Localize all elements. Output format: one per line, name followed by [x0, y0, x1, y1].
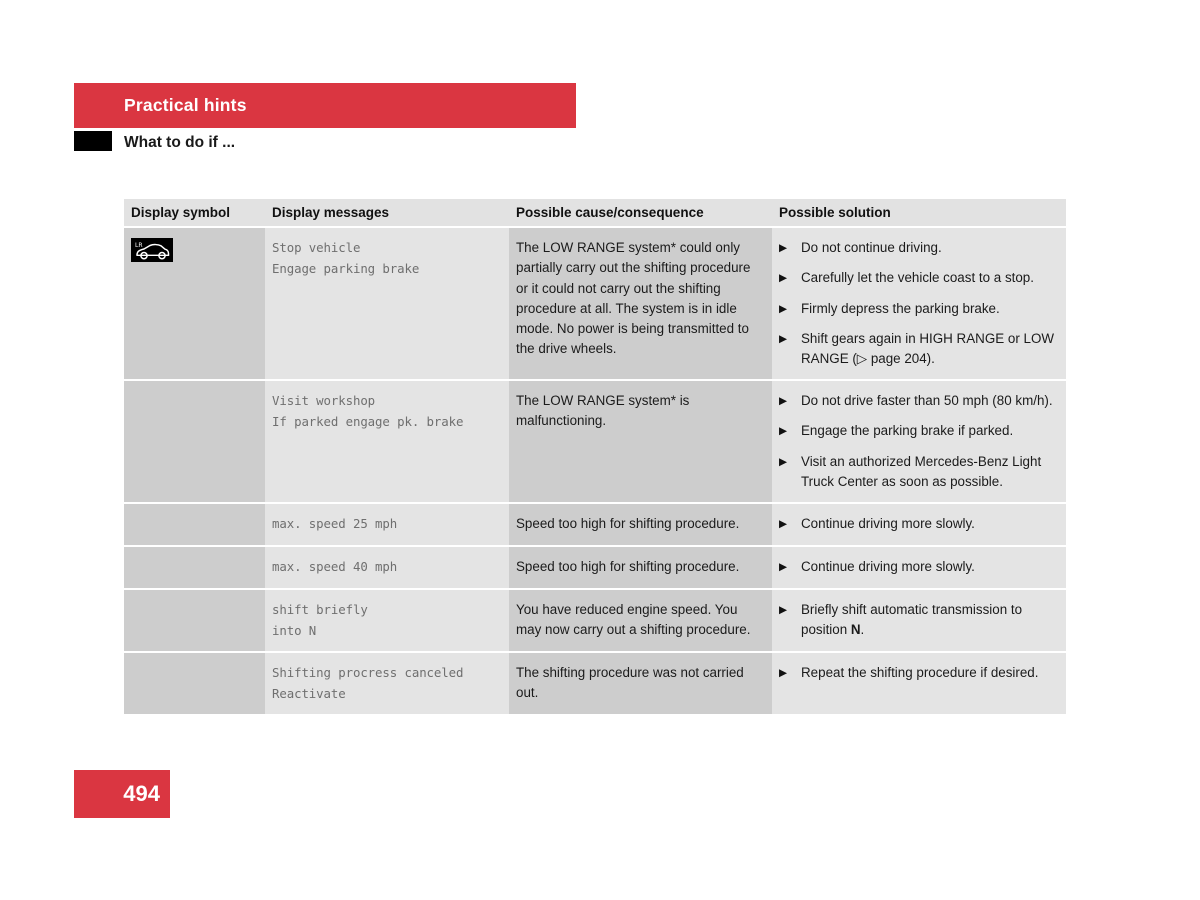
- section-header: What to do if ...: [74, 131, 576, 159]
- display-message-text: max. speed 25 mph: [272, 516, 398, 531]
- cell-possible-solution: ▶ Briefly shift automatic transmission to…: [772, 590, 1066, 651]
- solution-text: Briefly shift automatic transmission to …: [801, 602, 1023, 638]
- cell-display-message: max. speed 25 mph: [265, 504, 509, 545]
- svg-text:LR: LR: [135, 242, 143, 249]
- display-message-text: Shifting procress canceled Reactivate: [272, 665, 464, 701]
- solution-text: Firmly depress the parking brake.: [801, 300, 1000, 316]
- cell-display-message: Visit workshop If parked engage pk. brak…: [265, 381, 509, 502]
- cell-possible-cause: You have reduced engine speed. You may n…: [509, 590, 772, 651]
- page-number-box: 494: [74, 770, 170, 818]
- solution-text: Carefully let the vehicle coast to a sto…: [801, 270, 1034, 286]
- table-row: shift briefly into N You have reduced eng…: [124, 590, 1066, 651]
- triangle-bullet-icon: ▶: [779, 272, 788, 285]
- cell-display-symbol: [124, 504, 265, 545]
- solution-list-item: ▶ Do not drive faster than 50 mph (80 km/…: [779, 391, 1057, 411]
- section-marker-square: [74, 131, 112, 151]
- solution-list: ▶ Repeat the shifting procedure if desire…: [779, 663, 1057, 683]
- cell-display-symbol: [124, 381, 265, 502]
- solution-list: ▶ Do not drive faster than 50 mph (80 km/…: [779, 391, 1057, 492]
- table-row: Shifting procress canceled Reactivate The…: [124, 653, 1066, 714]
- solution-list: ▶ Briefly shift automatic transmission to…: [779, 600, 1057, 641]
- cell-possible-solution: ▶ Repeat the shifting procedure if desire…: [772, 653, 1066, 714]
- table-row: max. speed 40 mph Speed too high for shif…: [124, 547, 1066, 588]
- triangle-bullet-icon: ▶: [779, 455, 788, 468]
- triangle-bullet-icon: ▶: [779, 242, 788, 254]
- solution-text: Repeat the shifting procedure if desired…: [801, 665, 1039, 680]
- display-messages-table: Display symbol Display messages Possible…: [124, 199, 1066, 714]
- column-header-possible-cause: Possible cause/consequence: [516, 205, 704, 220]
- section-title: What to do if ...: [124, 134, 236, 151]
- cell-possible-solution: ▶ Continue driving more slowly.: [772, 547, 1066, 588]
- solution-text: Do not continue driving.: [801, 240, 942, 255]
- solution-text: Shift gears again in HIGH RANGE or LOW R…: [801, 330, 1055, 367]
- solution-list-item: ▶ Continue driving more slowly.: [779, 514, 1057, 534]
- cell-display-message: max. speed 40 mph: [265, 547, 509, 588]
- cell-display-symbol: [124, 590, 265, 651]
- page-number: 494: [123, 781, 160, 806]
- solution-list-item: ▶ Firmly depress the parking brake.: [779, 299, 1057, 319]
- column-header-display-messages: Display messages: [272, 205, 390, 220]
- solution-list: ▶ Do not continue driving. ▶ Carefully let …: [779, 238, 1057, 369]
- solution-text: Visit an authorized Mercedes-Benz Light …: [801, 453, 1042, 489]
- solution-text: Continue driving more slowly.: [801, 516, 975, 531]
- solution-list-item: ▶ Repeat the shifting procedure if desire…: [779, 663, 1057, 683]
- column-header-possible-solution: Possible solution: [779, 205, 891, 220]
- possible-cause-text: The LOW RANGE system* is malfunctioning.: [516, 393, 690, 429]
- solution-text: Engage the parking brake if parked.: [801, 423, 1014, 439]
- cell-possible-cause: The LOW RANGE system* could only partial…: [509, 228, 772, 379]
- manual-page: Practical hints What to do if ... Displa…: [0, 0, 1200, 900]
- cell-possible-solution: ▶ Continue driving more slowly.: [772, 504, 1066, 545]
- solution-text: Do not drive faster than 50 mph (80 km/h…: [801, 393, 1053, 408]
- possible-cause-text: Speed too high for shifting procedure.: [516, 516, 740, 531]
- triangle-bullet-icon: ▶: [779, 667, 788, 679]
- solution-list-item: ▶ Continue driving more slowly.: [779, 557, 1057, 577]
- cell-display-symbol: LR: [124, 228, 265, 379]
- triangle-bullet-icon: ▶: [779, 425, 788, 438]
- solution-text: Continue driving more slowly.: [801, 559, 975, 574]
- triangle-bullet-icon: ▶: [779, 518, 788, 530]
- display-message-text: shift briefly into N: [272, 602, 368, 638]
- cell-display-symbol: [124, 653, 265, 714]
- cell-possible-cause: The LOW RANGE system* is malfunctioning.: [509, 381, 772, 502]
- solution-list-item: ▶ Carefully let the vehicle coast to a st…: [779, 268, 1057, 288]
- cell-display-symbol: [124, 547, 265, 588]
- cell-possible-cause: Speed too high for shifting procedure.: [509, 547, 772, 588]
- cell-possible-cause: Speed too high for shifting procedure.: [509, 504, 772, 545]
- table-header-row: Display symbol Display messages Possible…: [124, 199, 1066, 226]
- triangle-bullet-icon: ▶: [779, 332, 788, 345]
- triangle-bullet-icon: ▶: [779, 302, 788, 315]
- column-header-display-symbol: Display symbol: [131, 205, 231, 220]
- cell-display-message: Stop vehicle Engage parking brake: [265, 228, 509, 379]
- solution-list-item: ▶ Engage the parking brake if parked.: [779, 421, 1057, 441]
- solution-list: ▶ Continue driving more slowly.: [779, 557, 1057, 577]
- solution-list-item: ▶ Visit an authorized Mercedes-Benz Light…: [779, 452, 1057, 493]
- triangle-bullet-icon: ▶: [779, 395, 788, 407]
- cell-display-message: shift briefly into N: [265, 590, 509, 651]
- cell-possible-solution: ▶ Do not continue driving. ▶ Carefully let …: [772, 228, 1066, 379]
- triangle-bullet-icon: ▶: [779, 604, 788, 616]
- chapter-header-bar: Practical hints: [74, 83, 576, 128]
- solution-list-item: ▶ Shift gears again in HIGH RANGE or LOW …: [779, 329, 1057, 370]
- solution-list: ▶ Continue driving more slowly.: [779, 514, 1057, 534]
- possible-cause-text: You have reduced engine speed. You may n…: [516, 602, 751, 638]
- solution-list-item: ▶ Do not continue driving.: [779, 238, 1057, 258]
- cell-display-message: Shifting procress canceled Reactivate: [265, 653, 509, 714]
- cell-possible-solution: ▶ Do not drive faster than 50 mph (80 km/…: [772, 381, 1066, 502]
- chapter-title: Practical hints: [124, 95, 247, 115]
- table-row: Visit workshop If parked engage pk. brak…: [124, 381, 1066, 502]
- display-message-text: Visit workshop If parked engage pk. brak…: [272, 393, 464, 429]
- possible-cause-text: The shifting procedure was not carried o…: [516, 665, 744, 701]
- display-message-text: Stop vehicle Engage parking brake: [272, 240, 420, 276]
- possible-cause-text: Speed too high for shifting procedure.: [516, 559, 740, 574]
- display-message-text: max. speed 40 mph: [272, 559, 398, 574]
- solution-list-item: ▶ Briefly shift automatic transmission to…: [779, 600, 1057, 641]
- triangle-bullet-icon: ▶: [779, 561, 788, 573]
- low-range-vehicle-icon: LR: [131, 238, 173, 262]
- table-row: LR Stop vehicle Engage parking brake The L…: [124, 228, 1066, 379]
- table-body: LR Stop vehicle Engage parking brake The L…: [124, 228, 1066, 714]
- cell-possible-cause: The shifting procedure was not carried o…: [509, 653, 772, 714]
- possible-cause-text: The LOW RANGE system* could only partial…: [516, 240, 751, 357]
- table-row: max. speed 25 mph Speed too high for shif…: [124, 504, 1066, 545]
